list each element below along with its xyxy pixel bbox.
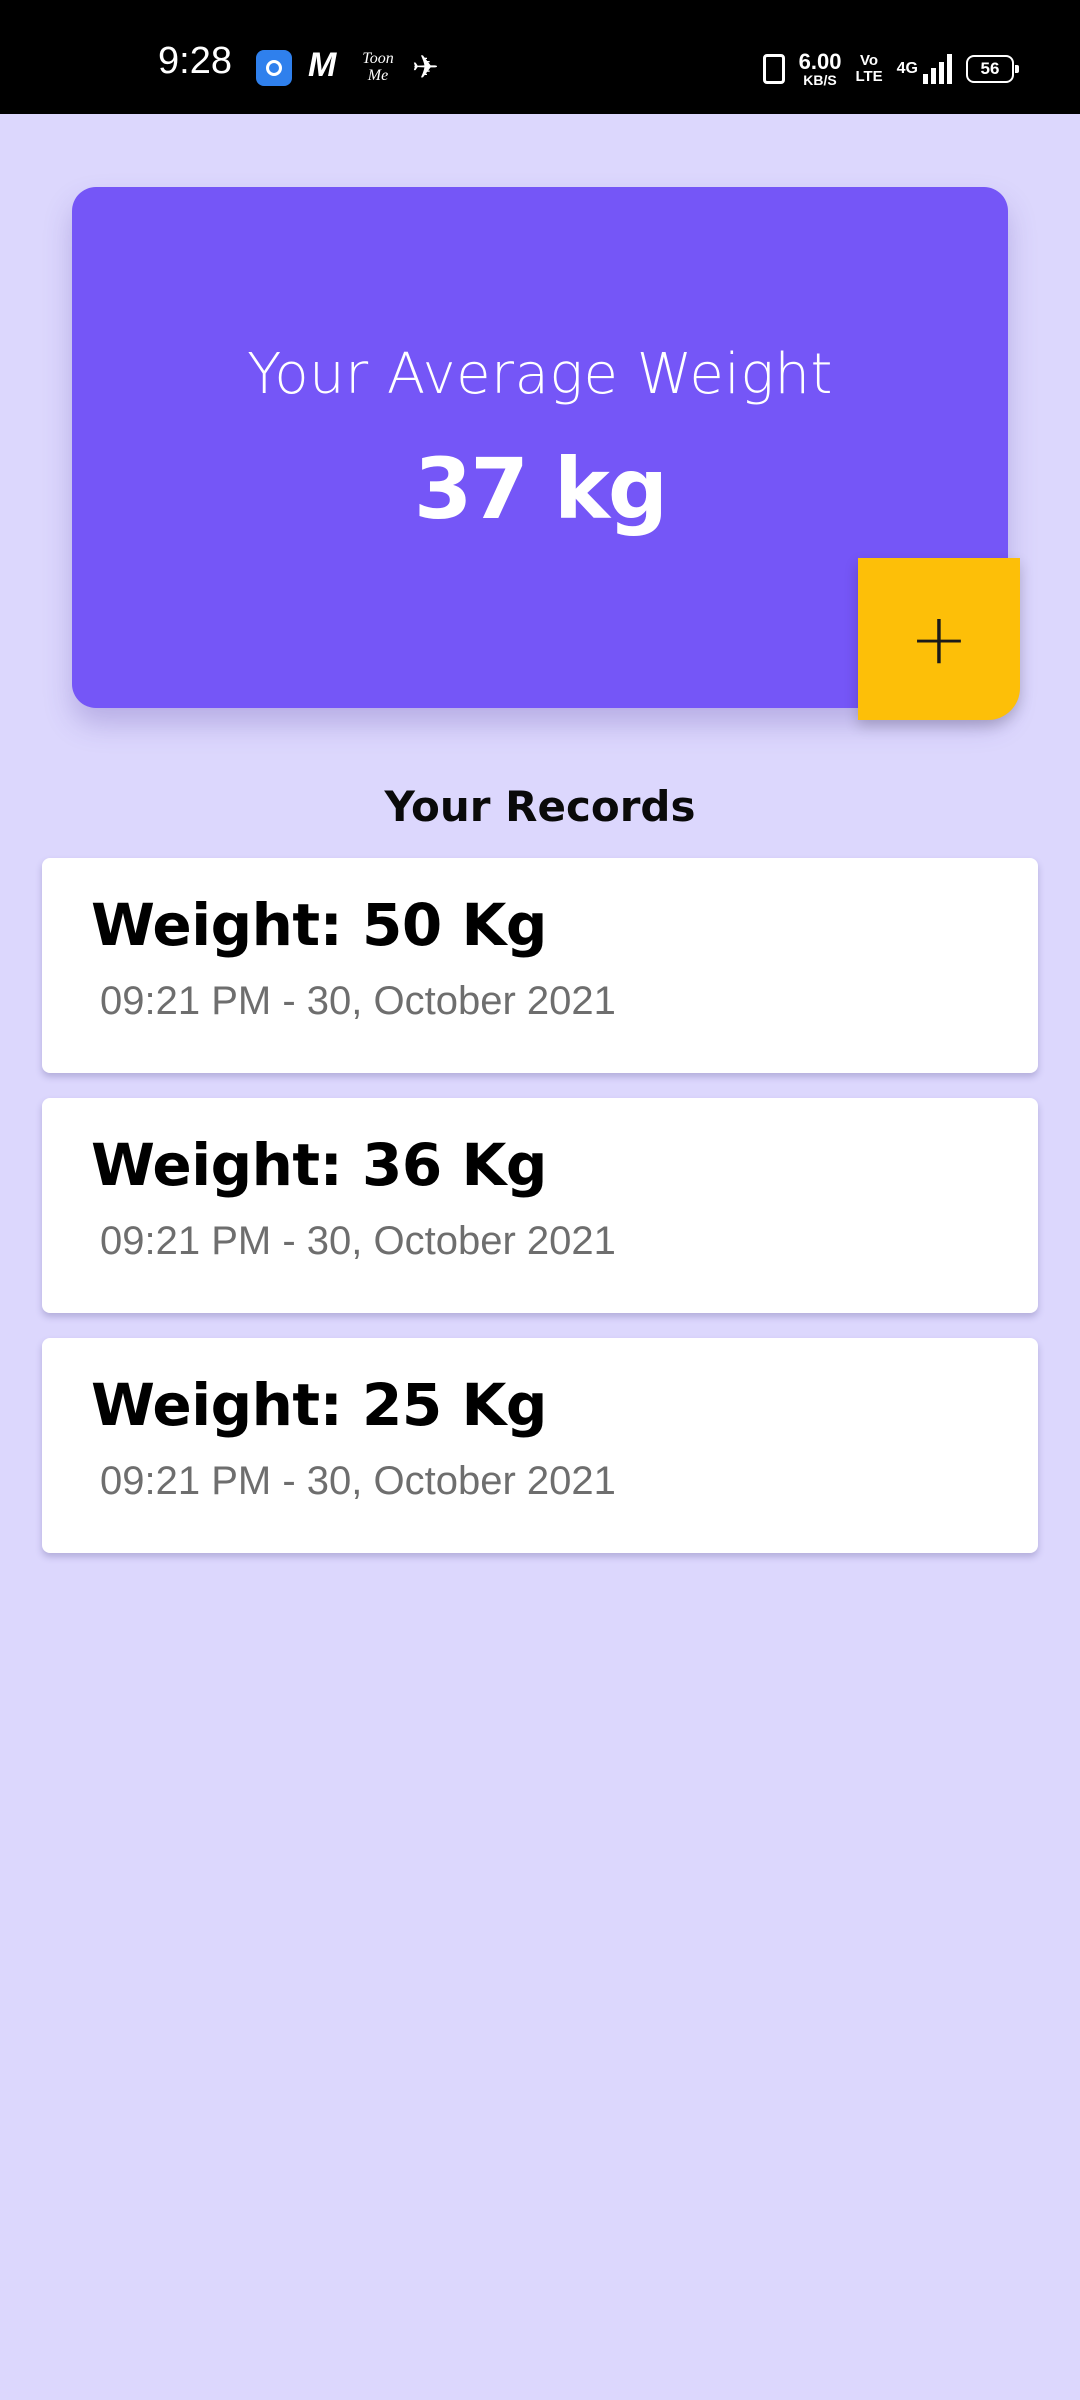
record-weight: Weight: 50 Kg [91, 891, 547, 959]
record-card[interactable]: Weight: 50 Kg 09:21 PM - 30, October 202… [42, 858, 1038, 1073]
record-card[interactable]: Weight: 25 Kg 09:21 PM - 30, October 202… [42, 1338, 1038, 1553]
average-weight-title: Your Average Weight [247, 342, 833, 407]
add-record-button[interactable]: + [858, 558, 1020, 720]
plus-icon: + [909, 598, 969, 680]
signal-icon [920, 54, 952, 84]
records-heading: Your Records [384, 782, 696, 831]
record-timestamp: 09:21 PM - 30, October 2021 [100, 1219, 616, 1263]
notification-m-icon: M [308, 46, 337, 84]
volte-line1: Vo [860, 52, 879, 69]
record-weight: Weight: 36 Kg [91, 1131, 547, 1199]
mute-icon: ✈ [412, 48, 439, 86]
status-time: 9:28 [158, 40, 232, 82]
record-card[interactable]: Weight: 36 Kg 09:21 PM - 30, October 202… [42, 1098, 1038, 1313]
network-speed-unit: KB/S [803, 72, 837, 88]
volte-indicator: Vo LTE [855, 53, 882, 85]
vibrate-icon [762, 54, 785, 84]
network-type: 4G [896, 60, 918, 77]
status-bar: 9:28 M Toon Me ✈ 6.00 KB/S Vo LTE 4G 56 [0, 0, 1080, 114]
status-indicators: 6.00 KB/S Vo LTE 4G 56 [749, 49, 1019, 88]
record-timestamp: 09:21 PM - 30, October 2021 [100, 1459, 616, 1503]
notification-toonme-icon: Toon Me [362, 50, 394, 84]
record-timestamp: 09:21 PM - 30, October 2021 [100, 979, 616, 1023]
notification-app-icon [256, 50, 292, 86]
record-weight: Weight: 25 Kg [91, 1371, 547, 1439]
volte-line2: LTE [855, 68, 883, 85]
network-speed-value: 6.00 [798, 49, 842, 74]
average-weight-value: 37 kg [413, 440, 668, 538]
battery-icon: 56 [966, 55, 1019, 83]
network-speed: 6.00 KB/S [798, 49, 842, 88]
